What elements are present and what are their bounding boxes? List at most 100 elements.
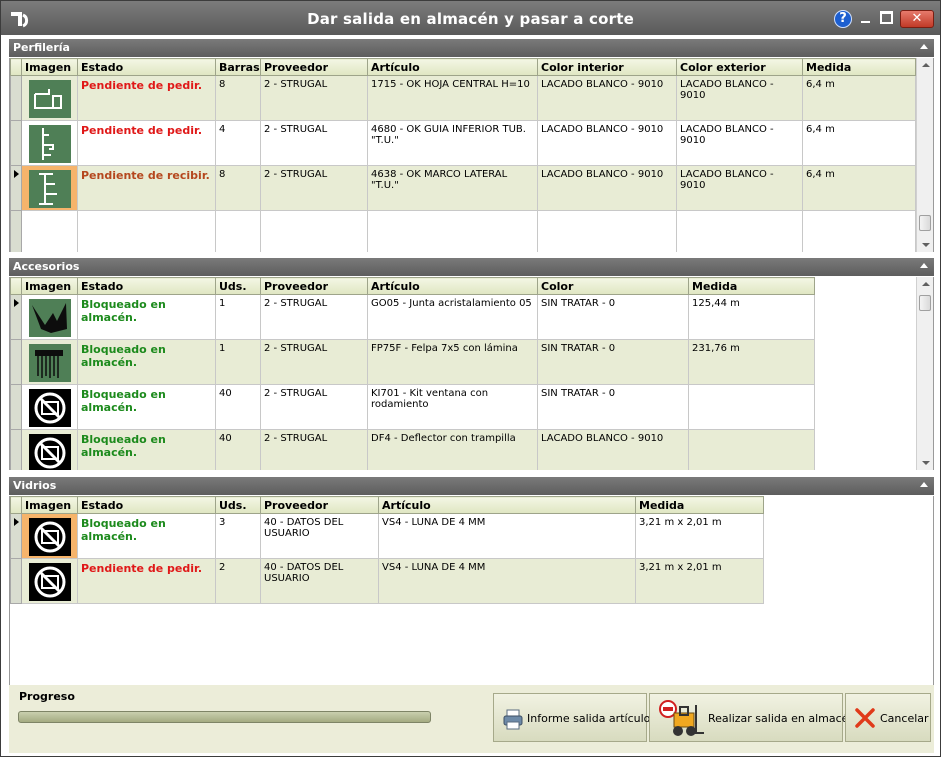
cell-medida: 6,4 m bbox=[802, 120, 916, 166]
cell-articulo: FP75F - Felpa 7x5 con lámina bbox=[367, 339, 538, 385]
table-row[interactable]: Bloqueado en almacén. 1 2 - STRUGAL GO05… bbox=[10, 294, 815, 340]
cell-articulo: 1715 - OK HOJA CENTRAL H=10 bbox=[367, 75, 538, 121]
column-header[interactable]: Color exterior bbox=[676, 58, 803, 76]
cell-barras: 4 bbox=[215, 120, 261, 166]
scroll-up-icon[interactable] bbox=[922, 63, 930, 67]
table-row[interactable]: Bloqueado en almacén. 40 2 - STRUGAL DF4… bbox=[10, 429, 815, 470]
column-header[interactable]: Imagen bbox=[21, 496, 78, 514]
cell-uds: 2 bbox=[215, 558, 261, 604]
column-header[interactable]: Color bbox=[537, 277, 689, 295]
cell-medida: 6,4 m bbox=[802, 165, 916, 211]
cell-articulo: VS4 - LUNA DE 4 MM bbox=[378, 558, 636, 604]
row-selector[interactable] bbox=[10, 294, 22, 340]
scroll-thumb[interactable] bbox=[919, 215, 931, 231]
image-cell bbox=[21, 513, 78, 559]
cell-articulo: 4638 - OK MARCO LATERAL "T.U." bbox=[367, 165, 538, 211]
cell-proveedor: 2 - STRUGAL bbox=[260, 294, 368, 340]
table-row[interactable]: Pendiente de pedir. 2 40 - DATOS DEL USU… bbox=[10, 558, 764, 604]
vertical-scrollbar[interactable] bbox=[916, 58, 933, 252]
column-header[interactable]: Estado bbox=[77, 277, 216, 295]
cancel-button[interactable]: Cancelar bbox=[845, 693, 931, 742]
row-selector[interactable] bbox=[10, 165, 22, 211]
column-header[interactable]: Proveedor bbox=[260, 58, 368, 76]
column-header[interactable]: Artículo bbox=[367, 58, 538, 76]
collapse-arrow-icon[interactable] bbox=[920, 263, 928, 268]
warehouse-output-button[interactable]: Realizar salida en almacén bbox=[649, 693, 855, 742]
title-bar: Dar salida en almacén y pasar a corte ? … bbox=[1, 1, 940, 35]
column-header[interactable]: Imagen bbox=[21, 277, 78, 295]
cell-proveedor: 40 - DATOS DEL USUARIO bbox=[260, 513, 379, 559]
status-label: Bloqueado en almacén. bbox=[81, 517, 166, 543]
minimize-button[interactable] bbox=[859, 11, 873, 25]
column-header[interactable]: Uds. bbox=[215, 277, 261, 295]
column-header[interactable]: Medida bbox=[802, 58, 916, 76]
cancel-x-icon bbox=[855, 708, 875, 728]
status-label: Bloqueado en almacén. bbox=[81, 343, 166, 369]
collapse-arrow-icon[interactable] bbox=[920, 44, 928, 49]
image-cell bbox=[21, 384, 78, 430]
section-title: Perfilería bbox=[13, 41, 70, 54]
column-header[interactable]: Uds. bbox=[215, 496, 261, 514]
section-header-vidrios[interactable]: Vidrios bbox=[9, 477, 934, 495]
column-header[interactable]: Artículo bbox=[378, 496, 636, 514]
no-image-icon bbox=[29, 434, 71, 470]
vidrios-grid: Imagen Estado Uds. Proveedor Artículo Me… bbox=[9, 496, 934, 685]
maximize-button[interactable] bbox=[880, 11, 893, 24]
section-title: Accesorios bbox=[13, 260, 80, 273]
cell-proveedor: 2 - STRUGAL bbox=[260, 429, 368, 470]
cell-uds: 1 bbox=[215, 339, 261, 385]
cell-articulo: 4680 - OK GUIA INFERIOR TUB. "T.U." bbox=[367, 120, 538, 166]
status-label: Pendiente de pedir. bbox=[81, 562, 203, 575]
image-cell bbox=[21, 75, 78, 121]
help-button[interactable]: ? bbox=[834, 10, 852, 28]
status-label: Pendiente de pedir. bbox=[81, 124, 203, 137]
cell-barras: 8 bbox=[215, 165, 261, 211]
report-output-button[interactable]: Informe salida artículos bbox=[493, 693, 656, 742]
cell-color: SIN TRATAR - 0 bbox=[537, 384, 689, 430]
cell-proveedor: 2 - STRUGAL bbox=[260, 384, 368, 430]
section-header-perfileria[interactable]: Perfilería bbox=[9, 39, 934, 57]
current-row-indicator-icon bbox=[14, 518, 19, 526]
table-row[interactable]: Bloqueado en almacén. 3 40 - DATOS DEL U… bbox=[10, 513, 764, 559]
scroll-down-icon[interactable] bbox=[922, 461, 930, 465]
column-header[interactable]: Estado bbox=[77, 58, 216, 76]
column-header[interactable]: Proveedor bbox=[260, 496, 379, 514]
close-button[interactable]: ✕ bbox=[900, 10, 934, 28]
column-header[interactable]: Medida bbox=[635, 496, 764, 514]
row-selector[interactable] bbox=[10, 120, 22, 166]
cell-color: SIN TRATAR - 0 bbox=[537, 339, 689, 385]
table-row[interactable]: Bloqueado en almacén. 40 2 - STRUGAL KI7… bbox=[10, 384, 815, 430]
scroll-up-icon[interactable] bbox=[922, 282, 930, 286]
table-row[interactable]: Pendiente de pedir. 8 2 - STRUGAL 1715 -… bbox=[10, 75, 916, 121]
table-row[interactable]: Pendiente de recibir. 8 2 - STRUGAL 4638… bbox=[10, 165, 916, 211]
row-selector[interactable] bbox=[10, 429, 22, 470]
scroll-down-icon[interactable] bbox=[922, 243, 930, 247]
column-header[interactable]: Barras bbox=[215, 58, 261, 76]
no-image-icon bbox=[29, 389, 71, 427]
column-header[interactable]: Proveedor bbox=[260, 277, 368, 295]
collapse-arrow-icon[interactable] bbox=[920, 482, 928, 487]
row-selector[interactable] bbox=[10, 558, 22, 604]
cell-proveedor: 2 - STRUGAL bbox=[260, 75, 368, 121]
cell-medida: 231,76 m bbox=[688, 339, 815, 385]
cell-color-interior: LACADO BLANCO - 9010 bbox=[537, 75, 677, 121]
scroll-thumb[interactable] bbox=[919, 295, 931, 311]
row-selector[interactable] bbox=[10, 75, 22, 121]
progress-label: Progreso bbox=[19, 690, 75, 703]
row-selector[interactable] bbox=[10, 384, 22, 430]
cell-medida bbox=[688, 429, 815, 470]
table-row[interactable]: Pendiente de pedir. 4 2 - STRUGAL 4680 -… bbox=[10, 120, 916, 166]
printer-icon bbox=[503, 709, 523, 730]
vertical-scrollbar[interactable] bbox=[916, 277, 933, 470]
row-selector[interactable] bbox=[10, 339, 22, 385]
column-header[interactable]: Estado bbox=[77, 496, 216, 514]
column-header[interactable]: Imagen bbox=[21, 58, 78, 76]
section-header-accesorios[interactable]: Accesorios bbox=[9, 258, 934, 276]
table-row[interactable]: Bloqueado en almacén. 1 2 - STRUGAL FP75… bbox=[10, 339, 815, 385]
no-image-icon bbox=[29, 518, 71, 556]
row-selector[interactable] bbox=[10, 513, 22, 559]
cell-uds: 40 bbox=[215, 429, 261, 470]
column-header[interactable]: Artículo bbox=[367, 277, 538, 295]
column-header[interactable]: Medida bbox=[688, 277, 815, 295]
column-header[interactable]: Color interior bbox=[537, 58, 677, 76]
